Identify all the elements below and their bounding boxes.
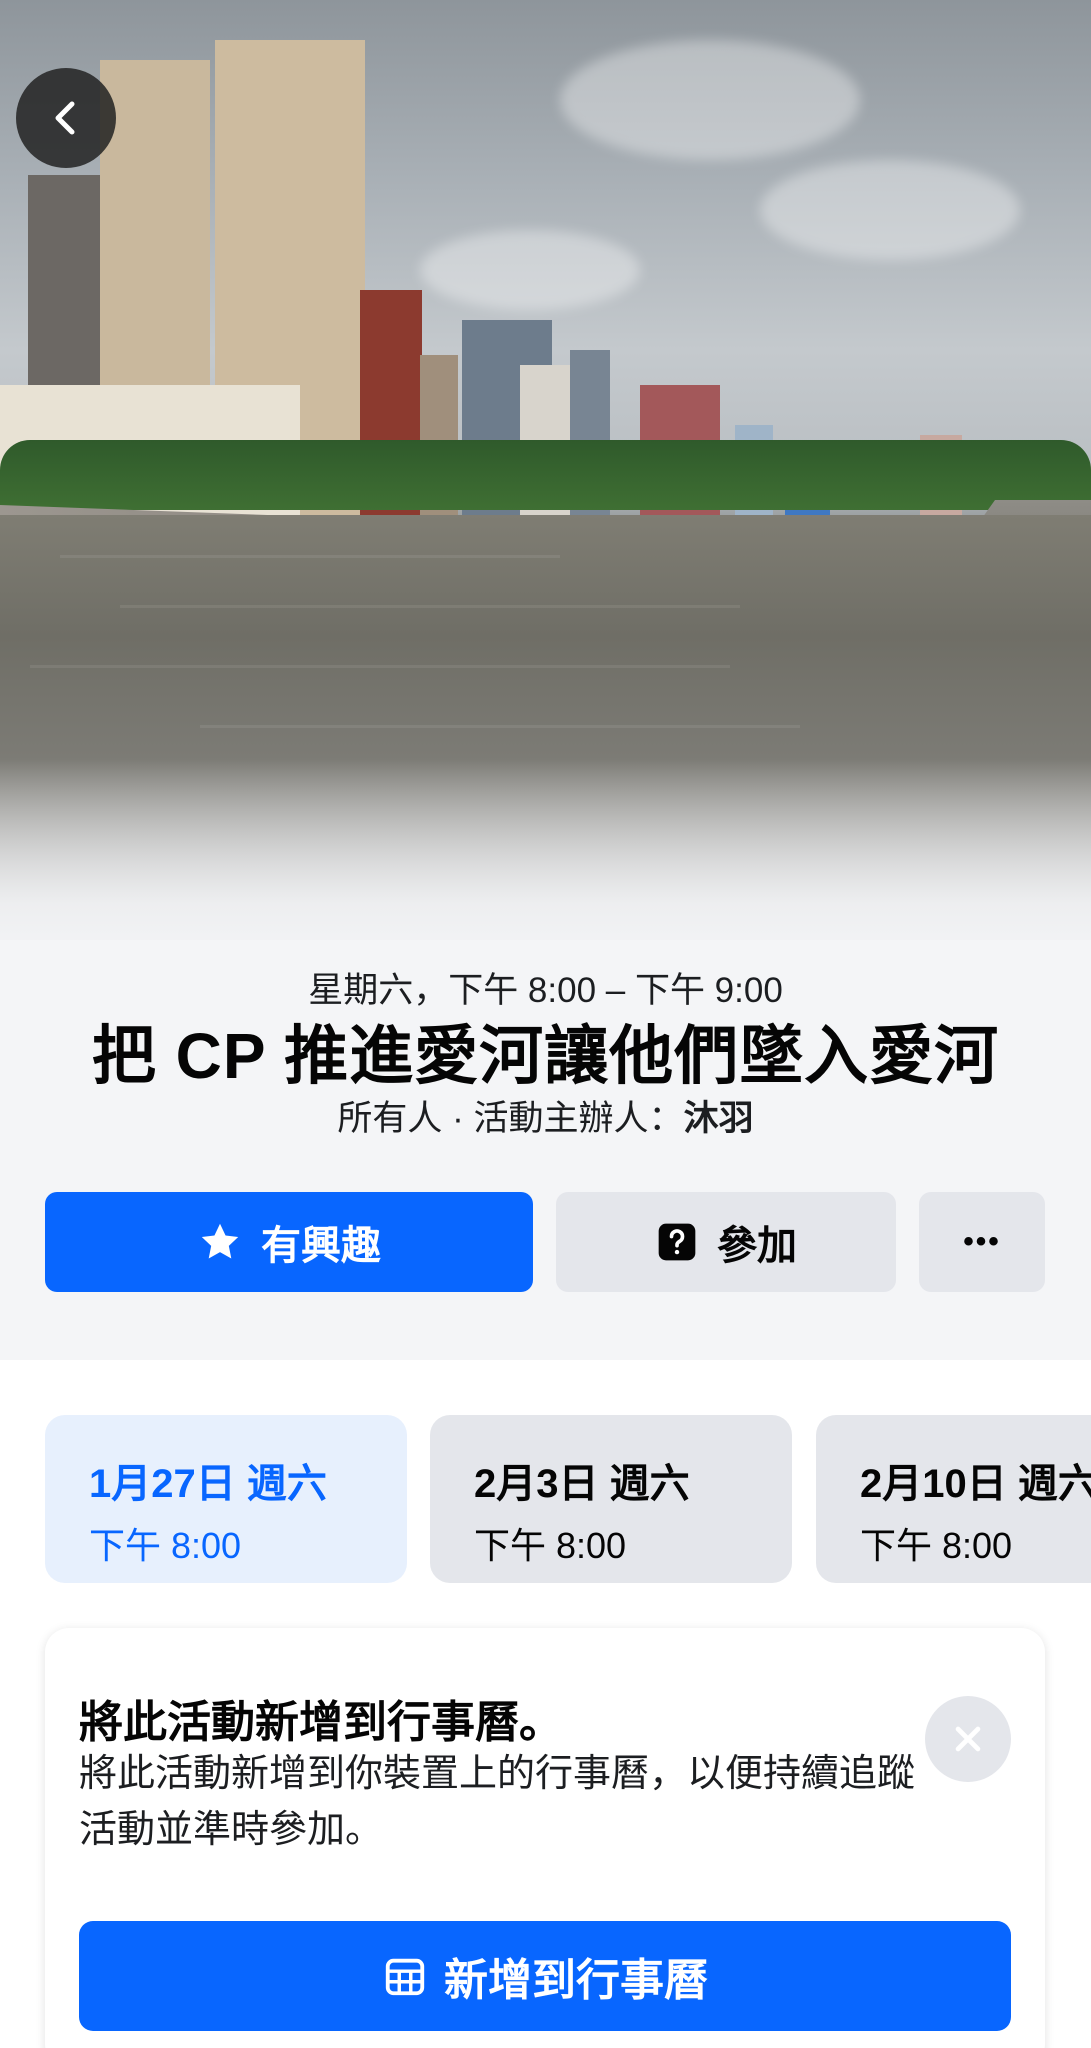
card-title: 將此活動新增到行事曆。 xyxy=(79,1698,563,1747)
date-chip-3[interactable]: 2月10日 週六 下午 8:00 xyxy=(816,1415,1091,1583)
separator: · xyxy=(442,1099,474,1138)
more-dots-icon: ••• xyxy=(963,1225,1001,1258)
chip-date: 1月27日 週六 xyxy=(89,1462,327,1506)
event-cover-photo xyxy=(0,0,1091,1000)
event-host-line: 所有人 · 活動主辦人：沐羽 xyxy=(0,1090,1091,1141)
chevron-left-icon xyxy=(55,101,75,135)
chip-time: 下午 8:00 xyxy=(89,1525,242,1566)
interested-button[interactable]: 有興趣 xyxy=(45,1192,533,1292)
chip-date: 2月10日 週六 xyxy=(860,1462,1091,1506)
more-options-button[interactable]: ••• xyxy=(919,1192,1045,1292)
interested-label: 有興趣 xyxy=(261,1224,381,1268)
date-chip-2[interactable]: 2月3日 週六 下午 8:00 xyxy=(430,1415,792,1583)
add-to-calendar-label: 新增到行事曆 xyxy=(444,1956,708,2005)
card-description: 將此活動新增到你裝置上的行事曆，以便持續追蹤活動並準時參加。 xyxy=(79,1753,916,1851)
close-button[interactable] xyxy=(925,1696,1011,1782)
date-chip-1[interactable]: 1月27日 週六 下午 8:00 xyxy=(45,1415,407,1583)
add-to-calendar-card: 將此活動新增到行事曆。 將此活動新增到你裝置上的行事曆，以便持續追蹤活動並準時參… xyxy=(45,1628,1045,2048)
add-to-calendar-button[interactable]: 新增到行事曆 xyxy=(79,1921,1011,2031)
calendar-icon xyxy=(382,1953,428,1999)
chip-time: 下午 8:00 xyxy=(860,1525,1013,1566)
event-audience[interactable]: 所有人 xyxy=(337,1099,442,1138)
question-box-icon xyxy=(655,1220,699,1264)
join-button[interactable]: 參加 xyxy=(556,1192,896,1292)
event-title: 把 CP 推進愛河讓他們墜入愛河 xyxy=(91,1020,1000,1092)
star-icon xyxy=(197,1219,243,1265)
host-prefix: 活動主辦人： xyxy=(473,1099,684,1138)
chip-time: 下午 8:00 xyxy=(474,1525,627,1566)
join-label: 參加 xyxy=(717,1224,797,1268)
close-icon xyxy=(955,1726,981,1752)
back-button[interactable] xyxy=(16,68,116,168)
chip-date: 2月3日 週六 xyxy=(474,1462,690,1506)
trees xyxy=(0,440,1091,510)
host-name[interactable]: 沐羽 xyxy=(684,1099,754,1138)
